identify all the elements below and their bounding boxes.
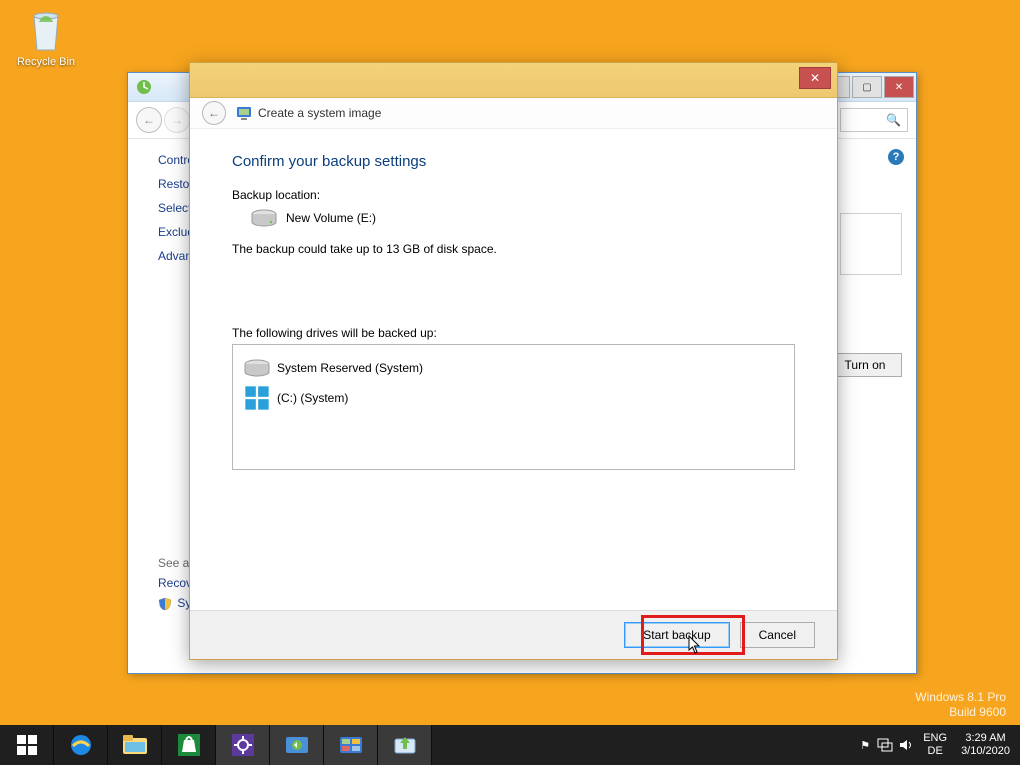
create-system-image-dialog: ✕ ← Create a system image Confirm your b… xyxy=(189,62,838,660)
taskbar-backup-icon[interactable] xyxy=(378,725,432,765)
drive-label: System Reserved (System) xyxy=(277,361,423,375)
help-icon[interactable]: ? xyxy=(888,149,904,165)
restore-icon xyxy=(134,77,154,97)
drive-label: (C:) (System) xyxy=(277,391,348,405)
mouse-cursor-icon xyxy=(688,635,702,655)
backup-location-label: Backup location: xyxy=(232,188,795,202)
dialog-body: Confirm your backup settings Backup loca… xyxy=(190,129,837,480)
desktop: Recycle Bin Windows 8.1 Pro Build 9600 –… xyxy=(0,0,1020,765)
backup-location-value: New Volume (E:) xyxy=(286,211,376,225)
drive-icon xyxy=(243,356,271,380)
bg-back-button[interactable]: ← xyxy=(136,107,162,133)
desktop-icon-label: Recycle Bin xyxy=(8,56,84,68)
drives-header: The following drives will be backed up: xyxy=(232,326,795,340)
space-note: The backup could take up to 13 GB of dis… xyxy=(232,242,795,256)
dialog-close-button[interactable]: ✕ xyxy=(799,67,831,89)
taskbar-app-icon[interactable] xyxy=(270,725,324,765)
drive-item: System Reserved (System) xyxy=(243,353,784,383)
dialog-footer: Start backup Cancel xyxy=(190,610,837,659)
drive-item: (C:) (System) xyxy=(243,383,784,413)
system-image-icon xyxy=(236,105,252,121)
bg-close-button[interactable]: ✕ xyxy=(884,76,914,98)
shield-icon xyxy=(158,597,172,611)
start-backup-button[interactable]: Start backup xyxy=(624,622,729,648)
bg-content-box xyxy=(840,213,902,275)
language-indicator[interactable]: ENGDE xyxy=(915,732,955,758)
taskbar-ie-icon[interactable] xyxy=(54,725,108,765)
dialog-header: ← Create a system image xyxy=(190,98,837,129)
turn-on-button[interactable]: Turn on xyxy=(828,353,902,377)
cancel-button[interactable]: Cancel xyxy=(740,622,815,648)
dialog-titlebar[interactable]: ✕ xyxy=(190,63,837,98)
system-tray[interactable]: ⚑ ENGDE 3:29 AM3/10/2020 xyxy=(855,725,1020,765)
bg-search-box[interactable]: 🔍 xyxy=(840,108,908,132)
network-icon[interactable] xyxy=(875,725,895,765)
bg-maximize-button[interactable]: ▢ xyxy=(852,76,882,98)
hard-drive-icon xyxy=(250,208,278,228)
taskbar-store-icon[interactable] xyxy=(162,725,216,765)
start-button[interactable] xyxy=(0,725,54,765)
backup-location-row: New Volume (E:) xyxy=(232,208,795,228)
search-icon: 🔍 xyxy=(886,113,901,127)
drives-list: System Reserved (System) (C:) (System) xyxy=(232,344,795,470)
windows-watermark: Windows 8.1 Pro Build 9600 xyxy=(915,690,1006,721)
desktop-icon-recycle-bin[interactable]: Recycle Bin xyxy=(8,6,84,68)
action-center-icon[interactable]: ⚑ xyxy=(855,725,875,765)
volume-icon[interactable] xyxy=(895,725,915,765)
dialog-back-button[interactable]: ← xyxy=(202,101,226,125)
windows-drive-icon xyxy=(243,386,271,410)
recycle-bin-icon xyxy=(24,6,68,54)
taskbar[interactable]: ⚑ ENGDE 3:29 AM3/10/2020 xyxy=(0,725,1020,765)
taskbar-settings-icon[interactable] xyxy=(216,725,270,765)
taskbar-control-panel-icon[interactable] xyxy=(324,725,378,765)
dialog-heading: Confirm your backup settings xyxy=(232,153,795,170)
bg-forward-button[interactable]: → xyxy=(164,107,190,133)
dialog-title: Create a system image xyxy=(258,106,381,120)
taskbar-explorer-icon[interactable] xyxy=(108,725,162,765)
clock[interactable]: 3:29 AM3/10/2020 xyxy=(955,732,1020,758)
